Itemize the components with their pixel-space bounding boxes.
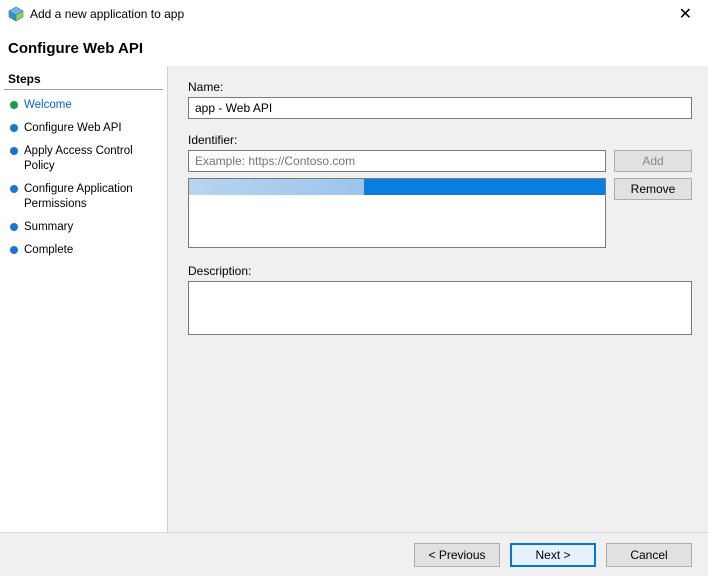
list-item[interactable]: [189, 179, 605, 195]
description-label: Description:: [188, 264, 692, 278]
identifier-label: Identifier:: [188, 133, 692, 147]
step-label: Configure Web API: [24, 121, 122, 136]
step-complete[interactable]: Complete: [4, 239, 163, 262]
description-input[interactable]: [188, 281, 692, 335]
cancel-button[interactable]: Cancel: [606, 543, 692, 567]
steps-sidebar: Steps Welcome Configure Web API Apply Ac…: [0, 66, 168, 532]
step-label: Apply Access Control Policy: [24, 144, 157, 174]
list-item-selected-segment: [364, 179, 605, 195]
previous-button[interactable]: < Previous: [414, 543, 500, 567]
bullet-icon: [10, 147, 18, 155]
next-button[interactable]: Next >: [510, 543, 596, 567]
main-panel: Name: Identifier: Add Remove Description…: [168, 66, 708, 532]
bullet-icon: [10, 223, 18, 231]
window-title: Add a new application to app: [30, 7, 671, 21]
step-configure-web-api[interactable]: Configure Web API: [4, 117, 163, 140]
step-label: Welcome: [24, 98, 72, 113]
name-input[interactable]: [188, 97, 692, 119]
steps-title: Steps: [4, 72, 163, 90]
name-label: Name:: [188, 80, 692, 94]
bullet-current-icon: [10, 124, 18, 132]
identifier-input[interactable]: [188, 150, 606, 172]
title-bar: Add a new application to app ✕: [0, 0, 708, 28]
step-summary[interactable]: Summary: [4, 216, 163, 239]
identifier-listbox[interactable]: [188, 178, 606, 248]
remove-button[interactable]: Remove: [614, 178, 692, 200]
step-welcome[interactable]: Welcome: [4, 94, 163, 117]
page-heading: Configure Web API: [0, 28, 708, 65]
bullet-icon: [10, 246, 18, 254]
bullet-done-icon: [10, 101, 18, 109]
list-item-obscured-segment: [189, 179, 364, 195]
step-label: Summary: [24, 220, 73, 235]
wizard-footer: < Previous Next > Cancel: [0, 532, 708, 576]
bullet-icon: [10, 185, 18, 193]
app-cube-icon: [8, 6, 24, 22]
close-icon[interactable]: ✕: [671, 4, 700, 24]
step-label: Configure Application Permissions: [24, 182, 157, 212]
step-label: Complete: [24, 243, 73, 258]
add-button[interactable]: Add: [614, 150, 692, 172]
step-configure-application-permissions[interactable]: Configure Application Permissions: [4, 178, 163, 216]
step-apply-access-control-policy[interactable]: Apply Access Control Policy: [4, 140, 163, 178]
